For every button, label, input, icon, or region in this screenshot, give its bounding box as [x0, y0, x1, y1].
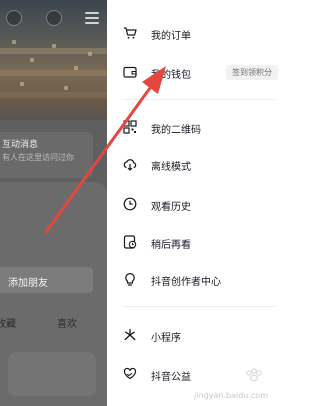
friends-icon[interactable]	[6, 10, 22, 26]
menu-item-label: 抖音创作者中心	[151, 277, 221, 288]
divider	[123, 306, 275, 307]
profile-background: 互动消息 有人在这里访问过你 添加朋友 收藏 喜欢	[0, 0, 107, 406]
menu-item-label: 我的二维码	[151, 125, 201, 136]
side-drawer: 我的订单 我的钱包 签到领积分 我的二维码 离线模式 观看历史 稍后再看 抖音创…	[107, 0, 298, 406]
divider	[123, 99, 275, 100]
menu-item-creator-center[interactable]: 抖音创作者中心	[107, 267, 298, 293]
cart-icon	[124, 27, 137, 39]
bulb-icon	[125, 273, 135, 286]
menu-item-label: 观看历史	[151, 202, 191, 213]
mini-program-icon	[124, 328, 136, 341]
interaction-notice[interactable]: 互动消息 有人在这里访问过你	[0, 132, 93, 178]
menu-item-orders[interactable]: 我的订单	[107, 21, 298, 47]
heart-hands-icon	[123, 367, 137, 380]
add-friend-button[interactable]: 添加朋友	[0, 267, 93, 293]
tab-favorites[interactable]: 收藏	[0, 315, 16, 330]
cloud-download-icon	[123, 159, 137, 171]
paw-logo-icon	[246, 368, 262, 382]
menu-item-offline-mode[interactable]: 离线模式	[107, 152, 298, 178]
search-icon[interactable]	[45, 10, 62, 26]
qrcode-icon	[123, 120, 137, 134]
menu-item-wallet[interactable]: 我的钱包 签到领积分	[107, 60, 298, 86]
menu-item-charity[interactable]: 抖音公益	[107, 362, 298, 388]
add-friend-label: 添加朋友	[8, 278, 48, 289]
menu-item-label: 离线模式	[151, 162, 191, 173]
watermark: jingyan.baidu.com	[194, 391, 268, 400]
menu-item-label: 抖音公益	[151, 372, 191, 383]
watch-later-icon	[123, 235, 137, 249]
notice-title: 互动消息	[2, 140, 39, 150]
tab-likes[interactable]: 喜欢	[57, 315, 77, 330]
menu-item-label: 稍后再看	[151, 240, 191, 251]
wallet-icon	[123, 66, 137, 78]
menu-item-label: 我的钱包	[151, 70, 191, 81]
menu-item-mini-program[interactable]: 小程序	[107, 323, 298, 349]
menu-item-label: 我的订单	[151, 31, 191, 42]
sign-in-points-badge[interactable]: 签到领积分	[226, 65, 278, 80]
menu-item-label: 小程序	[151, 333, 181, 344]
menu-item-history[interactable]: 观看历史	[107, 192, 298, 218]
content-thumbnail[interactable]	[8, 352, 96, 396]
menu-icon[interactable]	[85, 12, 99, 24]
menu-item-watch-later[interactable]: 稍后再看	[107, 230, 298, 256]
notice-subtitle: 有人在这里访问过你	[2, 153, 74, 162]
menu-item-qrcode[interactable]: 我的二维码	[107, 115, 298, 141]
clock-icon	[123, 197, 137, 211]
